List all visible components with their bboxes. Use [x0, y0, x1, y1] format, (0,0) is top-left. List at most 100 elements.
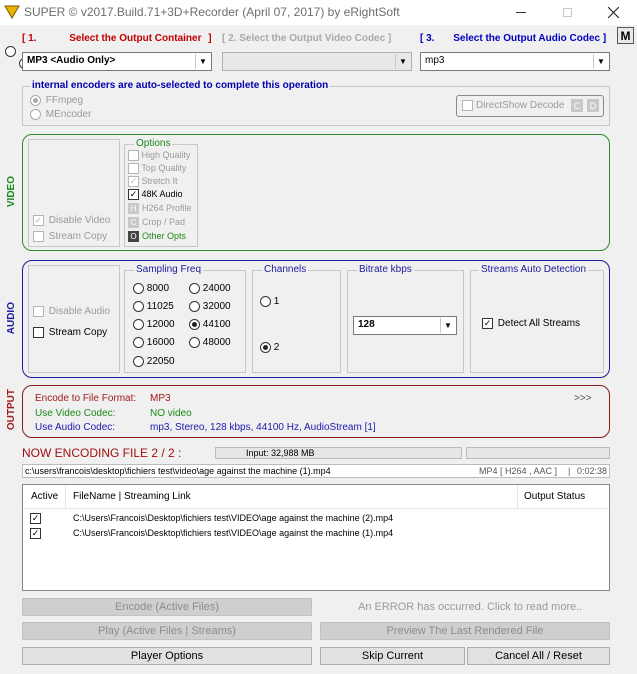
duration-label: 0:02:38 — [577, 466, 608, 476]
freq-32000-radio[interactable] — [189, 301, 200, 312]
mencoder-radio[interactable] — [30, 109, 41, 120]
row-active-checkbox[interactable]: ✓ — [30, 528, 41, 539]
freq-24000-option[interactable]: 24000 — [189, 283, 231, 294]
ffmpeg-option[interactable]: FFmpeg — [30, 95, 83, 106]
m-button[interactable]: M — [617, 27, 634, 44]
freq-8000-label: 8000 — [146, 283, 170, 295]
high-quality-label: High Quality — [141, 150, 191, 160]
disable-video-option[interactable]: ✓ Disable Video — [33, 215, 110, 226]
directshow-checkbox[interactable] — [462, 100, 473, 111]
freq-22050-option[interactable]: 22050 — [133, 356, 175, 367]
freq-24000-radio[interactable] — [189, 283, 200, 294]
container-select-value: MP3 <Audio Only> — [27, 55, 116, 66]
audio-codec-select[interactable]: mp3 ▼ — [420, 52, 610, 71]
chevron-down-icon: ▼ — [195, 54, 210, 69]
channel-1-option[interactable]: 1 — [260, 296, 279, 307]
container-select[interactable]: MP3 <Audio Only> ▼ — [22, 52, 212, 71]
cancel-reset-button[interactable]: Cancel All / Reset — [467, 647, 610, 665]
crop-pad-option[interactable]: C Crop / Pad — [128, 217, 186, 229]
sampling-title: Sampling Freq — [134, 264, 204, 275]
freq-48000-radio[interactable] — [189, 337, 200, 348]
channel-2-radio[interactable] — [260, 342, 271, 353]
file-list-header: Active FileName | Streaming Link Output … — [23, 485, 609, 509]
now-encoding-label: NOW ENCODING FILE 2 / 2 : — [22, 446, 182, 460]
table-row[interactable]: ✓ C:\Users\Francois\Desktop\fichiers tes… — [23, 511, 609, 526]
directshow-c-button[interactable]: C — [571, 99, 583, 112]
play-button[interactable]: Play (Active Files | Streams) — [22, 622, 312, 640]
freq-48000-option[interactable]: 48000 — [189, 337, 231, 348]
directshow-box: DirectShow Decode C D — [456, 95, 604, 117]
freq-11025-option[interactable]: 11025 — [133, 301, 174, 312]
top-quality-option[interactable]: Top Quality — [128, 163, 187, 175]
step3-number: [ 3. — [420, 33, 435, 44]
mencoder-option[interactable]: MEncoder — [30, 109, 91, 120]
encode-button[interactable]: Encode (Active Files) — [22, 598, 312, 616]
disable-video-checkbox[interactable]: ✓ — [33, 215, 44, 226]
h264-profile-label: H264 Profile — [142, 203, 192, 213]
k48-audio-option[interactable]: ✓ 48K Audio — [128, 189, 183, 201]
side-radio-top[interactable] — [5, 46, 16, 57]
audio-stream-copy-option[interactable]: Stream Copy — [33, 327, 107, 338]
h264-profile-option[interactable]: H H264 Profile — [128, 203, 192, 215]
freq-22050-radio[interactable] — [133, 356, 144, 367]
freq-11025-radio[interactable] — [133, 301, 144, 312]
stretch-it-checkbox[interactable]: ✓ — [128, 176, 139, 188]
high-quality-checkbox[interactable] — [128, 150, 139, 162]
column-output-status[interactable]: Output Status — [524, 491, 585, 502]
video-section-label: VIDEO — [6, 176, 17, 208]
file-list[interactable]: Active FileName | Streaming Link Output … — [22, 484, 610, 591]
table-row[interactable]: ✓ C:\Users\Francois\Desktop\fichiers tes… — [23, 526, 609, 541]
video-codec-value: NO video — [150, 408, 192, 419]
disable-audio-option[interactable]: Disable Audio — [33, 306, 110, 317]
other-opts-option[interactable]: O Other Opts — [128, 231, 186, 243]
video-options-list: High Quality Top Quality ✓ Stretch It ✓ … — [126, 150, 198, 245]
directshow-d-button[interactable]: D — [587, 99, 599, 112]
skip-current-button[interactable]: Skip Current — [320, 647, 465, 665]
crop-pad-label: Crop / Pad — [142, 217, 186, 227]
player-options-button[interactable]: Player Options — [22, 647, 312, 665]
video-codec-select[interactable]: ▼ — [222, 52, 412, 71]
freq-12000-option[interactable]: 12000 — [133, 319, 175, 330]
video-stream-copy-option[interactable]: Stream Copy — [33, 231, 107, 242]
crop-pad-button[interactable]: C — [128, 217, 139, 229]
disable-audio-checkbox[interactable] — [33, 306, 44, 317]
step2-label: [ 2. Select the Output Video Codec ] — [222, 33, 392, 44]
freq-8000-radio[interactable] — [133, 283, 144, 294]
k48-audio-checkbox[interactable]: ✓ — [128, 189, 139, 201]
video-stream-copy-checkbox[interactable] — [33, 231, 44, 242]
error-message-link[interactable]: An ERROR has occurred. Click to read mor… — [358, 601, 582, 613]
audio-codec-value: mp3, Stereo, 128 kbps, 44100 Hz, AudioSt… — [150, 422, 376, 433]
channel-2-option[interactable]: 2 — [260, 342, 279, 353]
audio-stream-copy-checkbox[interactable] — [33, 327, 44, 338]
top-quality-label: Top Quality — [141, 163, 187, 173]
high-quality-option[interactable]: High Quality — [128, 150, 191, 162]
h264-profile-button[interactable]: H — [128, 203, 139, 215]
close-button[interactable] — [590, 0, 636, 25]
ffmpeg-radio[interactable] — [30, 95, 41, 106]
freq-16000-option[interactable]: 16000 — [133, 337, 175, 348]
freq-12000-radio[interactable] — [133, 319, 144, 330]
stretch-it-option[interactable]: ✓ Stretch It — [128, 176, 178, 188]
more-details-button[interactable]: >>> — [574, 393, 592, 404]
bitrate-select[interactable]: 128 ▼ — [353, 316, 457, 335]
detect-all-option[interactable]: ✓ Detect All Streams — [482, 318, 580, 329]
preview-button[interactable]: Preview The Last Rendered File — [320, 622, 610, 640]
minimize-button[interactable] — [498, 0, 544, 25]
detect-all-checkbox[interactable]: ✓ — [482, 318, 493, 329]
column-active[interactable]: Active — [31, 491, 58, 502]
audio-codec-select-value: mp3 — [425, 55, 445, 66]
channel-1-radio[interactable] — [260, 296, 271, 307]
row-active-checkbox[interactable]: ✓ — [30, 513, 41, 524]
freq-16000-radio[interactable] — [133, 337, 144, 348]
encoders-title: internal encoders are auto-selected to c… — [30, 80, 331, 91]
freq-44100-radio[interactable] — [189, 319, 200, 330]
step3-header: [ 3. Select the Output Audio Codec ] — [420, 33, 606, 44]
freq-44100-option[interactable]: 44100 — [189, 319, 231, 330]
freq-32000-option[interactable]: 32000 — [189, 301, 231, 312]
other-opts-button[interactable]: O — [128, 231, 139, 243]
freq-8000-option[interactable]: 8000 — [133, 283, 169, 294]
format-value: MP3 — [150, 393, 171, 404]
maximize-button[interactable] — [544, 0, 590, 25]
top-quality-checkbox[interactable] — [128, 163, 139, 175]
column-filename[interactable]: FileName | Streaming Link — [73, 491, 191, 502]
